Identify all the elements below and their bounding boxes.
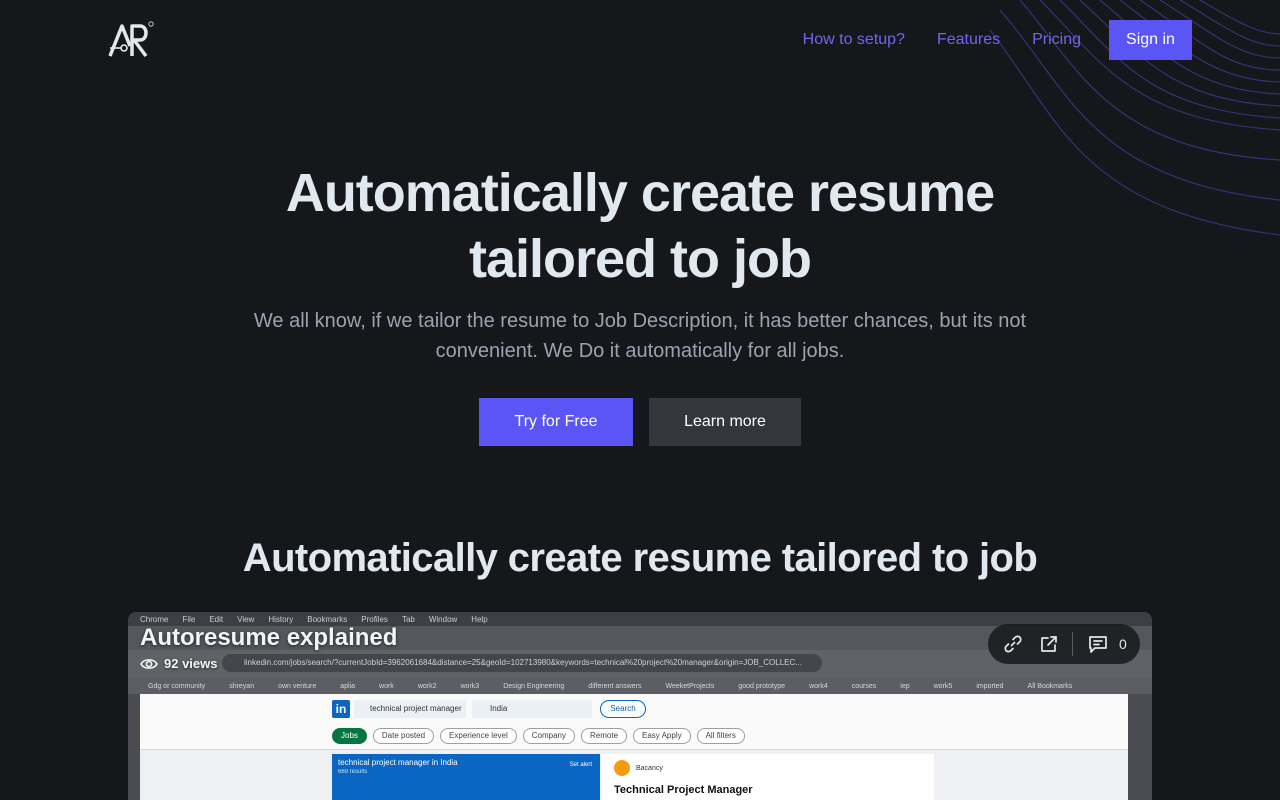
company-logo-icon: [614, 760, 630, 776]
bookmark-item: good prototype: [738, 682, 786, 690]
company-row: Bacancy: [614, 760, 922, 776]
sign-in-button[interactable]: Sign in: [1109, 20, 1192, 60]
nav-link-pricing[interactable]: Pricing: [1032, 31, 1081, 49]
bookmark-item: work: [379, 682, 394, 690]
menu-item: Profiles: [361, 614, 388, 624]
filter-pill: Date posted: [372, 728, 435, 744]
video-views: 92 views: [140, 656, 218, 671]
eye-icon: [140, 658, 158, 669]
bookmark-item: aplia: [340, 682, 356, 690]
job-title: Technical Project Manager: [614, 784, 753, 796]
hero-title-line-2: tailored to job: [469, 229, 812, 289]
filter-pill: Easy Apply: [633, 728, 691, 744]
bookmark-item: work3: [460, 682, 480, 690]
bookmark-item: imported: [976, 682, 1004, 690]
browser-url-bar: linkedin.com/jobs/search/?currentJobId=3…: [222, 654, 822, 672]
company-name: Bacancy: [636, 764, 663, 772]
video-actions: 0: [988, 624, 1140, 664]
video-views-count: 92 views: [164, 656, 218, 671]
comments-count[interactable]: 0: [1119, 636, 1127, 652]
filter-pill: Jobs: [332, 728, 367, 744]
menu-item: Tab: [401, 614, 415, 624]
menu-item: Help: [471, 614, 488, 624]
section-title: Automatically create resume tailored to …: [242, 536, 1038, 580]
video-player[interactable]: Chrome File Edit View History Bookmarks …: [128, 612, 1152, 800]
linkedin-location-field: India: [472, 700, 592, 718]
bookmark-item: Gdg or community: [148, 682, 206, 690]
bookmark-item: work5: [933, 682, 953, 690]
menu-item: View: [237, 614, 255, 624]
results-title: technical project manager in India: [338, 758, 458, 767]
nav-link-how-to-setup[interactable]: How to setup?: [803, 31, 905, 49]
all-bookmarks: All Bookmarks: [1027, 682, 1073, 690]
results-count: 669 results: [338, 769, 368, 775]
menu-item: Edit: [209, 614, 224, 624]
bookmark-item: courses: [851, 682, 877, 690]
autoresume-logo-icon[interactable]: [106, 20, 154, 60]
main-nav: How to setup? Features Pricing Sign in: [803, 20, 1192, 60]
set-alert-toggle: Set alert: [569, 762, 592, 768]
site-header: How to setup? Features Pricing Sign in: [0, 0, 1280, 80]
bookmark-item: iep: [900, 682, 910, 690]
linkedin-page: in technical project manager India Searc…: [140, 694, 1128, 800]
bookmark-item: different answers: [588, 682, 642, 690]
linkedin-logo-icon: in: [332, 700, 350, 718]
hero-title: Automatically create resume tailored to …: [0, 160, 1280, 292]
nav-link-features[interactable]: Features: [937, 31, 1000, 49]
hero-subtitle: We all know, if we tailor the resume to …: [253, 310, 1027, 362]
copy-link-icon[interactable]: [1002, 633, 1024, 655]
linkedin-job-detail: Bacancy Technical Project Manager: [602, 754, 934, 800]
bookmark-item: WeeketProjects: [665, 682, 715, 690]
comments-icon[interactable]: [1087, 633, 1109, 655]
bookmarks-bar: Gdg or community shreyan own venture apl…: [128, 678, 1152, 694]
linkedin-search-button: Search: [600, 700, 646, 718]
learn-more-button[interactable]: Learn more: [649, 398, 801, 446]
linkedin-filter-pills: Jobs Date posted Experience level Compan…: [332, 728, 751, 744]
bookmark-item: own venture: [278, 682, 317, 690]
menu-item: Window: [428, 614, 458, 624]
open-external-icon[interactable]: [1038, 633, 1060, 655]
linkedin-search-field: technical project manager: [354, 700, 466, 718]
menu-item: Chrome: [140, 614, 169, 624]
filter-pill: Experience level: [440, 728, 517, 744]
menu-item: File: [182, 614, 196, 624]
bookmark-item: work2: [417, 682, 437, 690]
filter-pill: All filters: [696, 728, 745, 744]
filter-pill: Company: [522, 728, 575, 744]
bookmark-item: work4: [809, 682, 828, 690]
video-title[interactable]: Autoresume explained: [140, 624, 397, 652]
filter-pill: Remote: [581, 728, 628, 744]
menu-item: Bookmarks: [307, 614, 348, 624]
bookmark-item: Design Engineering: [503, 682, 565, 690]
menu-item: History: [268, 614, 294, 624]
try-for-free-button[interactable]: Try for Free: [479, 398, 633, 446]
linkedin-results-header: technical project manager in India 669 r…: [332, 754, 600, 800]
bookmark-item: shreyan: [229, 682, 255, 690]
divider: [1072, 632, 1073, 656]
hero-title-line-1: Automatically create resume: [285, 163, 995, 223]
